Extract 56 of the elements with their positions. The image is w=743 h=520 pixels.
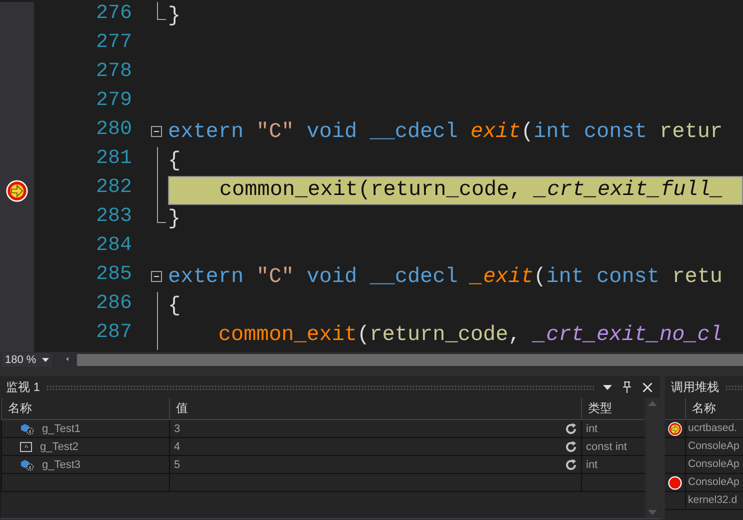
pin-icon[interactable] bbox=[620, 380, 634, 394]
code-line: common_exit(return_code, _crt_exit_no_cl bbox=[217, 323, 724, 349]
column-header[interactable]: 名称 bbox=[685, 398, 743, 419]
horizontal-scrollbar[interactable] bbox=[77, 354, 743, 366]
line-number: 285 bbox=[94, 263, 132, 288]
line-number: 278 bbox=[94, 60, 132, 85]
line-number: 287 bbox=[94, 321, 132, 346]
variable-type: int bbox=[586, 422, 598, 434]
variable-name: g_Test2 bbox=[40, 440, 79, 452]
variable-icon bbox=[20, 422, 34, 434]
column-header[interactable]: 类型 bbox=[581, 398, 634, 419]
code-line: { bbox=[168, 149, 182, 175]
stack-frame[interactable]: ConsoleAp bbox=[685, 456, 743, 473]
line-number: 279 bbox=[94, 89, 132, 114]
breakpoint-icon bbox=[668, 476, 682, 490]
refresh-icon[interactable] bbox=[565, 458, 577, 470]
collapse-icon[interactable] bbox=[151, 271, 162, 282]
code-line: } bbox=[168, 4, 182, 30]
scroll-left-arrow-icon[interactable] bbox=[66, 356, 71, 364]
variable-value: 5 bbox=[174, 458, 180, 470]
column-header[interactable]: 名称 bbox=[1, 398, 169, 419]
current-frame-arrow-icon bbox=[668, 422, 682, 436]
line-number: 284 bbox=[94, 234, 132, 259]
close-icon[interactable] bbox=[640, 380, 654, 394]
stack-frame[interactable]: ucrtbased. bbox=[685, 420, 743, 437]
line-number: 276 bbox=[94, 2, 132, 27]
variable-value: 4 bbox=[174, 440, 180, 452]
variable-icon bbox=[20, 458, 34, 470]
panel-title: 监视 1 bbox=[6, 378, 40, 396]
line-number: 280 bbox=[94, 118, 132, 143]
code-line: extern "C" void __cdecl exit(int const retur bbox=[168, 120, 724, 146]
zoom-dropdown[interactable]: 180 % bbox=[2, 352, 52, 366]
collapse-icon[interactable] bbox=[151, 126, 162, 137]
variable-type: const int bbox=[586, 440, 627, 452]
current-line-highlight: common_exit(return_code, _crt_exit_full_ bbox=[168, 176, 743, 205]
refresh-icon[interactable] bbox=[565, 440, 577, 452]
line-number: 286 bbox=[94, 292, 132, 317]
stack-frame[interactable]: kernel32.d bbox=[685, 492, 743, 509]
column-header[interactable]: 值 bbox=[169, 398, 581, 419]
caret-icon bbox=[42, 358, 49, 362]
constant-icon bbox=[20, 442, 32, 452]
variable-name: g_Test3 bbox=[42, 458, 81, 470]
line-number: 277 bbox=[94, 31, 132, 56]
line-number: 281 bbox=[94, 147, 132, 172]
stack-frame[interactable]: ConsoleAp bbox=[685, 438, 743, 455]
variable-name: g_Test1 bbox=[42, 422, 81, 434]
code-line: } bbox=[168, 207, 182, 233]
panel-title: 调用堆栈 bbox=[671, 378, 719, 396]
code-line: extern "C" void __cdecl _exit(int const retu bbox=[168, 265, 724, 291]
code-line: { bbox=[168, 294, 182, 320]
line-number: 283 bbox=[94, 205, 132, 230]
line-number: 282 bbox=[94, 176, 132, 201]
stack-frame[interactable]: ConsoleAp bbox=[685, 474, 743, 491]
variable-type: int bbox=[586, 458, 598, 470]
refresh-icon[interactable] bbox=[565, 422, 577, 434]
variable-value: 3 bbox=[174, 422, 180, 434]
